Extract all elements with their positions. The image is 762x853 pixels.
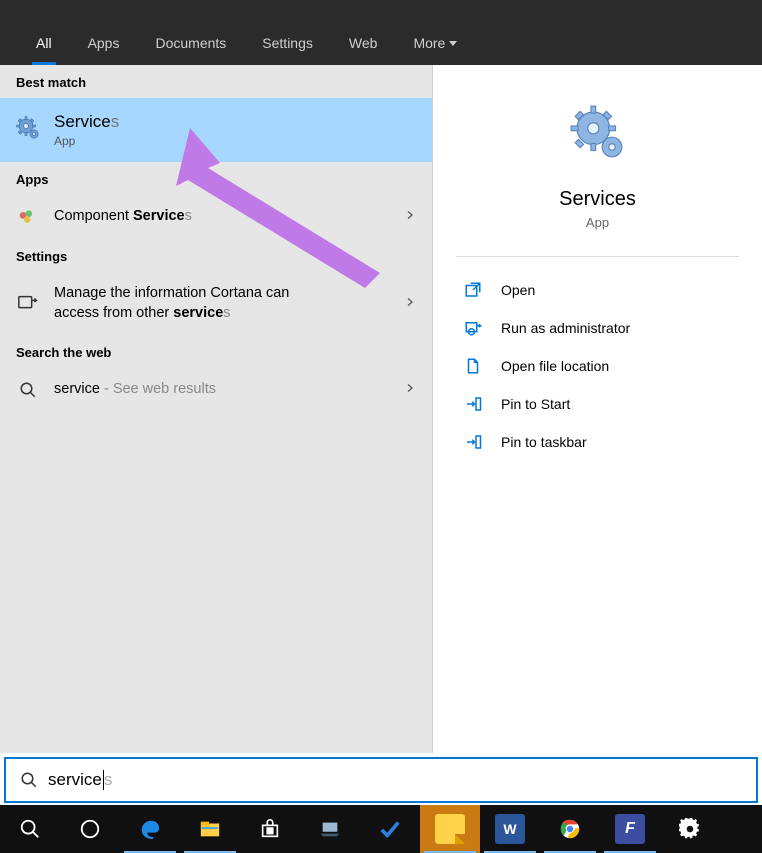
action-open-location[interactable]: Open file location [463, 347, 762, 385]
section-settings: Settings [0, 239, 432, 272]
action-run-admin[interactable]: Run as administrator [463, 309, 762, 347]
pin-start-icon [463, 395, 483, 413]
taskbar-word-button[interactable]: W [480, 805, 540, 853]
preview-title: Services [559, 188, 636, 211]
taskbar-cortana-button[interactable] [60, 805, 120, 853]
action-label: Open [501, 282, 535, 298]
cortana-icon [79, 818, 101, 840]
best-match-name: Services [54, 112, 119, 132]
preview-subtitle: App [586, 215, 609, 230]
component-services-icon [16, 207, 40, 227]
result-label: service - See web results [54, 380, 390, 400]
action-pin-start[interactable]: Pin to Start [463, 385, 762, 423]
search-icon [19, 818, 41, 840]
taskbar-store-button[interactable] [240, 805, 300, 853]
taskbar: W F [0, 805, 762, 853]
results-list: Best match Services App Apps Component S… [0, 65, 432, 753]
search-results-area: Best match Services App Apps Component S… [0, 65, 762, 753]
result-label: Manage the information Cortana can acces… [54, 284, 390, 323]
chrome-icon [559, 818, 581, 840]
best-match-titles: Services App [54, 112, 119, 148]
preview-pane: Services App Open Run as administrator O… [432, 65, 762, 753]
best-match-result[interactable]: Services App [0, 98, 432, 162]
tab-more[interactable]: More [395, 35, 475, 65]
action-label: Pin to taskbar [501, 434, 587, 450]
taskbar-edge-button[interactable] [120, 805, 180, 853]
search-typed-text: services [48, 770, 112, 790]
edge-icon [139, 818, 161, 840]
tab-documents[interactable]: Documents [137, 35, 244, 65]
open-icon [463, 281, 483, 299]
best-match-sub: App [54, 134, 119, 148]
search-icon [20, 771, 38, 789]
taskbar-app-f-button[interactable]: F [600, 805, 660, 853]
result-label: Component Services [54, 207, 390, 227]
section-web: Search the web [0, 335, 432, 368]
store-icon [259, 818, 281, 840]
pin-taskbar-icon [463, 433, 483, 451]
gear-icon [679, 818, 701, 840]
taskbar-search-button[interactable] [0, 805, 60, 853]
taskbar-stickynotes-button[interactable] [420, 805, 480, 853]
services-gear-icon [16, 116, 40, 145]
caret-down-icon [449, 41, 457, 46]
chevron-right-icon [404, 208, 416, 226]
chevron-right-icon [404, 295, 416, 313]
admin-icon [463, 319, 483, 337]
tab-all[interactable]: All [18, 35, 70, 65]
tab-more-label: More [413, 35, 445, 51]
result-web-search[interactable]: service - See web results [0, 368, 432, 412]
taskbar-chrome-button[interactable] [540, 805, 600, 853]
permissions-icon [16, 293, 40, 315]
taskbar-laptop-button[interactable] [300, 805, 360, 853]
search-filter-bar: All Apps Documents Settings Web More [0, 0, 762, 65]
result-component-services[interactable]: Component Services [0, 195, 432, 239]
services-gear-icon [570, 105, 626, 166]
action-label: Open file location [501, 358, 609, 374]
chevron-right-icon [404, 381, 416, 399]
search-input[interactable]: services [4, 757, 758, 803]
checkmark-icon [379, 818, 401, 840]
tab-apps[interactable]: Apps [70, 35, 138, 65]
action-open[interactable]: Open [463, 271, 762, 309]
taskbar-todo-button[interactable] [360, 805, 420, 853]
app-f-icon: F [615, 814, 645, 844]
laptop-icon [319, 818, 341, 840]
section-apps: Apps [0, 162, 432, 195]
file-explorer-icon [199, 818, 221, 840]
tab-web[interactable]: Web [331, 35, 396, 65]
open-location-icon [463, 357, 483, 375]
preview-actions: Open Run as administrator Open file loca… [433, 257, 762, 461]
section-best-match: Best match [0, 65, 432, 98]
sticky-note-icon [435, 814, 465, 844]
search-icon [16, 381, 40, 399]
word-icon: W [495, 814, 525, 844]
taskbar-explorer-button[interactable] [180, 805, 240, 853]
action-pin-taskbar[interactable]: Pin to taskbar [463, 423, 762, 461]
action-label: Pin to Start [501, 396, 570, 412]
result-cortana-services[interactable]: Manage the information Cortana can acces… [0, 272, 432, 335]
taskbar-settings-button[interactable] [660, 805, 720, 853]
action-label: Run as administrator [501, 320, 630, 336]
tab-settings[interactable]: Settings [244, 35, 331, 65]
